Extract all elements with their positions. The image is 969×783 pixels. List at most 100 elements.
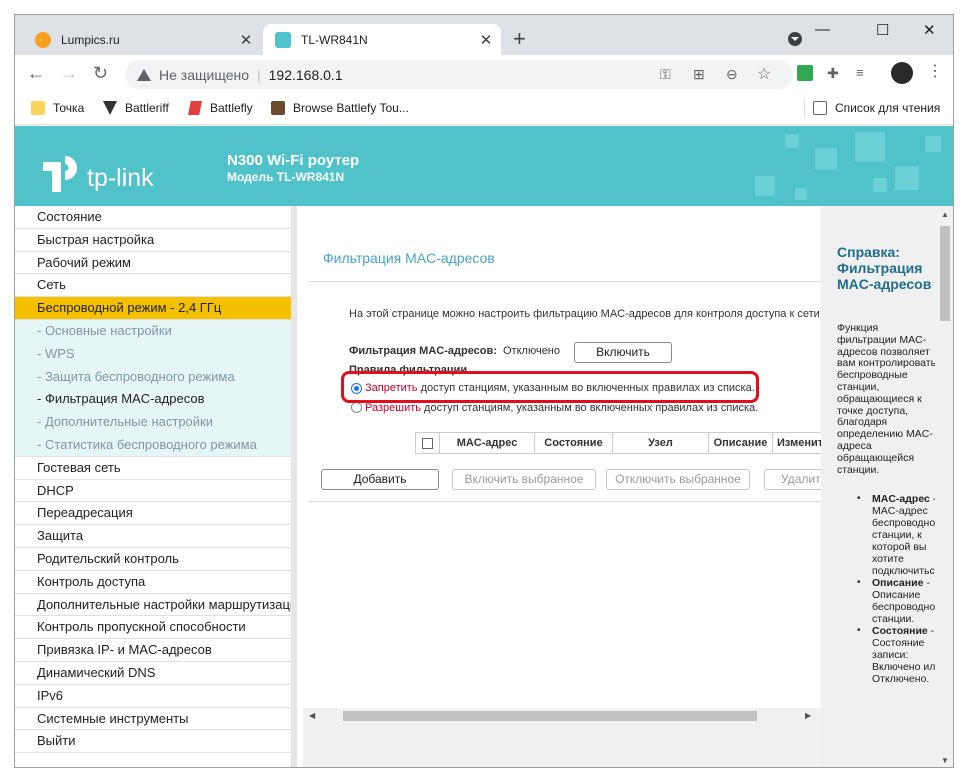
- bookmark-battleriff[interactable]: Battleriff: [103, 101, 169, 115]
- browser-window: Lumpics.ru ✕ TL-WR841N ✕ + — ☐ ✕ ← → ↻ Н…: [14, 14, 954, 768]
- address-separator: |: [257, 66, 261, 83]
- enable-filter-button[interactable]: Включить: [574, 342, 672, 363]
- allow-rule-text[interactable]: Разрешить доступ станциям, указанным во …: [365, 402, 758, 414]
- media-control-icon[interactable]: ≡: [856, 65, 872, 81]
- minimize-button[interactable]: —: [815, 21, 830, 38]
- add-button[interactable]: Добавить: [321, 469, 439, 490]
- sidebar-item[interactable]: Системные инструменты: [15, 707, 291, 731]
- tab-title: TL-WR841N: [301, 32, 368, 47]
- sidebar-item[interactable]: Переадресация: [15, 502, 291, 526]
- column-header: Изменить: [772, 433, 821, 453]
- header-decoration: [815, 148, 837, 170]
- sidebar-item[interactable]: DHCP: [15, 479, 291, 503]
- back-icon[interactable]: ←: [27, 63, 45, 84]
- sidebar-item[interactable]: Выйти: [15, 730, 291, 754]
- tab-lumpics[interactable]: Lumpics.ru ✕: [23, 24, 261, 55]
- checkmark-extension-icon[interactable]: [797, 65, 813, 81]
- reading-list-icon: [813, 101, 827, 115]
- sidebar-item[interactable]: - Защита беспроводного режима: [15, 365, 291, 389]
- column-header: Описание: [708, 433, 772, 453]
- sidebar-item[interactable]: Быстрая настройка: [15, 228, 291, 252]
- sidebar-item[interactable]: Состояние: [15, 206, 291, 229]
- translate-icon[interactable]: ⊞: [693, 66, 705, 83]
- highlight-annotation: [341, 371, 759, 403]
- router-sidebar-menu: Состояние Быстрая настройка Рабочий режим С…: [15, 206, 297, 767]
- tab-search-icon[interactable]: [788, 32, 802, 46]
- sidebar-item[interactable]: - Статистика беспроводного режима: [15, 433, 291, 457]
- sidebar-item[interactable]: Контроль пропускной способности: [15, 616, 291, 640]
- header-decoration: [755, 176, 775, 196]
- battlefly-icon: [188, 101, 202, 115]
- allow-rule-radio[interactable]: [351, 402, 362, 413]
- enable-selected-button[interactable]: Включить выбранное: [452, 469, 596, 490]
- model-subtitle: Модель TL-WR841N: [227, 170, 345, 184]
- sidebar-item[interactable]: - Фильтрация MAC-адресов: [15, 388, 291, 412]
- sidebar-item[interactable]: Контроль доступа: [15, 570, 291, 594]
- bookmark-tochka[interactable]: Точка: [31, 101, 84, 115]
- scrollbar-thumb[interactable]: [940, 226, 950, 321]
- sidebar-item[interactable]: Привязка IP- и MAC-адресов: [15, 639, 291, 662]
- new-tab-button[interactable]: +: [513, 28, 526, 50]
- reload-icon[interactable]: ↻: [93, 63, 108, 84]
- column-header: Состояние: [534, 433, 612, 453]
- zoom-icon[interactable]: ⊖: [726, 66, 738, 83]
- tab-tplink[interactable]: TL-WR841N ✕: [263, 24, 501, 55]
- sidebar-item[interactable]: Гостевая сеть: [15, 456, 291, 480]
- url-text[interactable]: 192.168.0.1: [269, 67, 343, 83]
- help-body: Функция фильтрации MAC-адресов позволяет…: [837, 322, 937, 476]
- sidebar-item[interactable]: Сеть: [15, 274, 291, 298]
- reading-list-button[interactable]: Список для чтения: [813, 101, 940, 115]
- sidebar-item[interactable]: Дополнительные настройки маршрутизации: [15, 593, 291, 617]
- tplink-logo-icon: [43, 156, 77, 192]
- router-page: tp-link N300 Wi-Fi роутер Модель TL-WR84…: [15, 126, 953, 767]
- select-all-checkbox[interactable]: [415, 433, 439, 453]
- close-window-button[interactable]: ✕: [923, 21, 936, 39]
- mac-table-header: MAC-адрес Состояние Узел Описание Измени…: [415, 432, 821, 454]
- delete-button[interactable]: Удалить: [764, 469, 821, 490]
- help-vertical-scrollbar[interactable]: ▲ ▼: [935, 206, 953, 767]
- sidebar-item[interactable]: - Основные настройки: [15, 319, 291, 343]
- sidebar-item[interactable]: IPv6: [15, 684, 291, 708]
- key-icon[interactable]: ⚿: [660, 66, 671, 83]
- sidebar-item[interactable]: - Дополнительные настройки: [15, 411, 291, 434]
- sidebar-item[interactable]: Защита: [15, 525, 291, 548]
- extensions-puzzle-icon[interactable]: ✚: [827, 65, 843, 81]
- bookmark-star-icon[interactable]: ☆: [757, 64, 771, 84]
- bookmarks-divider: [804, 99, 805, 117]
- bookmark-battlefy[interactable]: Browse Battlefy Tou...: [271, 101, 409, 115]
- close-tab-icon[interactable]: ✕: [237, 31, 255, 49]
- scrollbar-thumb[interactable]: [343, 711, 757, 721]
- bookmark-battlefly[interactable]: Battlefly: [188, 101, 253, 115]
- sidebar-item[interactable]: Динамический DNS: [15, 661, 291, 685]
- content-horizontal-scrollbar[interactable]: ◀ ▶: [303, 708, 821, 724]
- address-bar[interactable]: Не защищено | 192.168.0.1 ⚿ ⊞ ⊖ ☆: [125, 60, 793, 89]
- security-text[interactable]: Не защищено: [159, 67, 249, 83]
- help-item: Состояние - Состояние записи: Включено и…: [851, 625, 943, 685]
- maximize-button[interactable]: ☐: [876, 21, 889, 39]
- sidebar-item[interactable]: Родительский контроль: [15, 547, 291, 571]
- lumpics-favicon-icon: [35, 31, 51, 48]
- mac-filter-panel: Фильтрация MAC-адресов На этой странице …: [303, 206, 821, 706]
- scroll-right-icon[interactable]: ▶: [805, 711, 811, 720]
- menu-kebab-icon[interactable]: ⋮: [927, 61, 943, 80]
- router-header: tp-link N300 Wi-Fi роутер Модель TL-WR84…: [15, 126, 953, 206]
- bookmark-label: Battleriff: [125, 101, 169, 115]
- content-bottom-area: [303, 724, 821, 767]
- not-secure-warning-icon[interactable]: [137, 68, 151, 81]
- sidebar-item[interactable]: Беспроводной режим - 2,4 ГГц: [15, 297, 291, 320]
- forward-icon[interactable]: →: [60, 63, 78, 84]
- sidebar-item[interactable]: - WPS: [15, 342, 291, 366]
- avatar[interactable]: [891, 62, 913, 84]
- checkbox-icon[interactable]: [422, 438, 433, 449]
- header-decoration: [873, 178, 887, 192]
- disable-selected-button[interactable]: Отключить выбранное: [606, 469, 750, 490]
- scroll-down-icon[interactable]: ▼: [941, 756, 949, 765]
- sidebar-item[interactable]: Рабочий режим: [15, 251, 291, 275]
- tplink-favicon-icon: [275, 31, 291, 48]
- close-tab-icon[interactable]: ✕: [477, 31, 495, 49]
- bookmarks-bar: Точка Battleriff Battlefly Browse Battle…: [15, 93, 953, 125]
- scroll-left-icon[interactable]: ◀: [309, 711, 315, 720]
- tplink-logo-text: tp-link: [87, 164, 154, 192]
- header-decoration: [925, 136, 941, 152]
- scroll-up-icon[interactable]: ▲: [941, 210, 949, 219]
